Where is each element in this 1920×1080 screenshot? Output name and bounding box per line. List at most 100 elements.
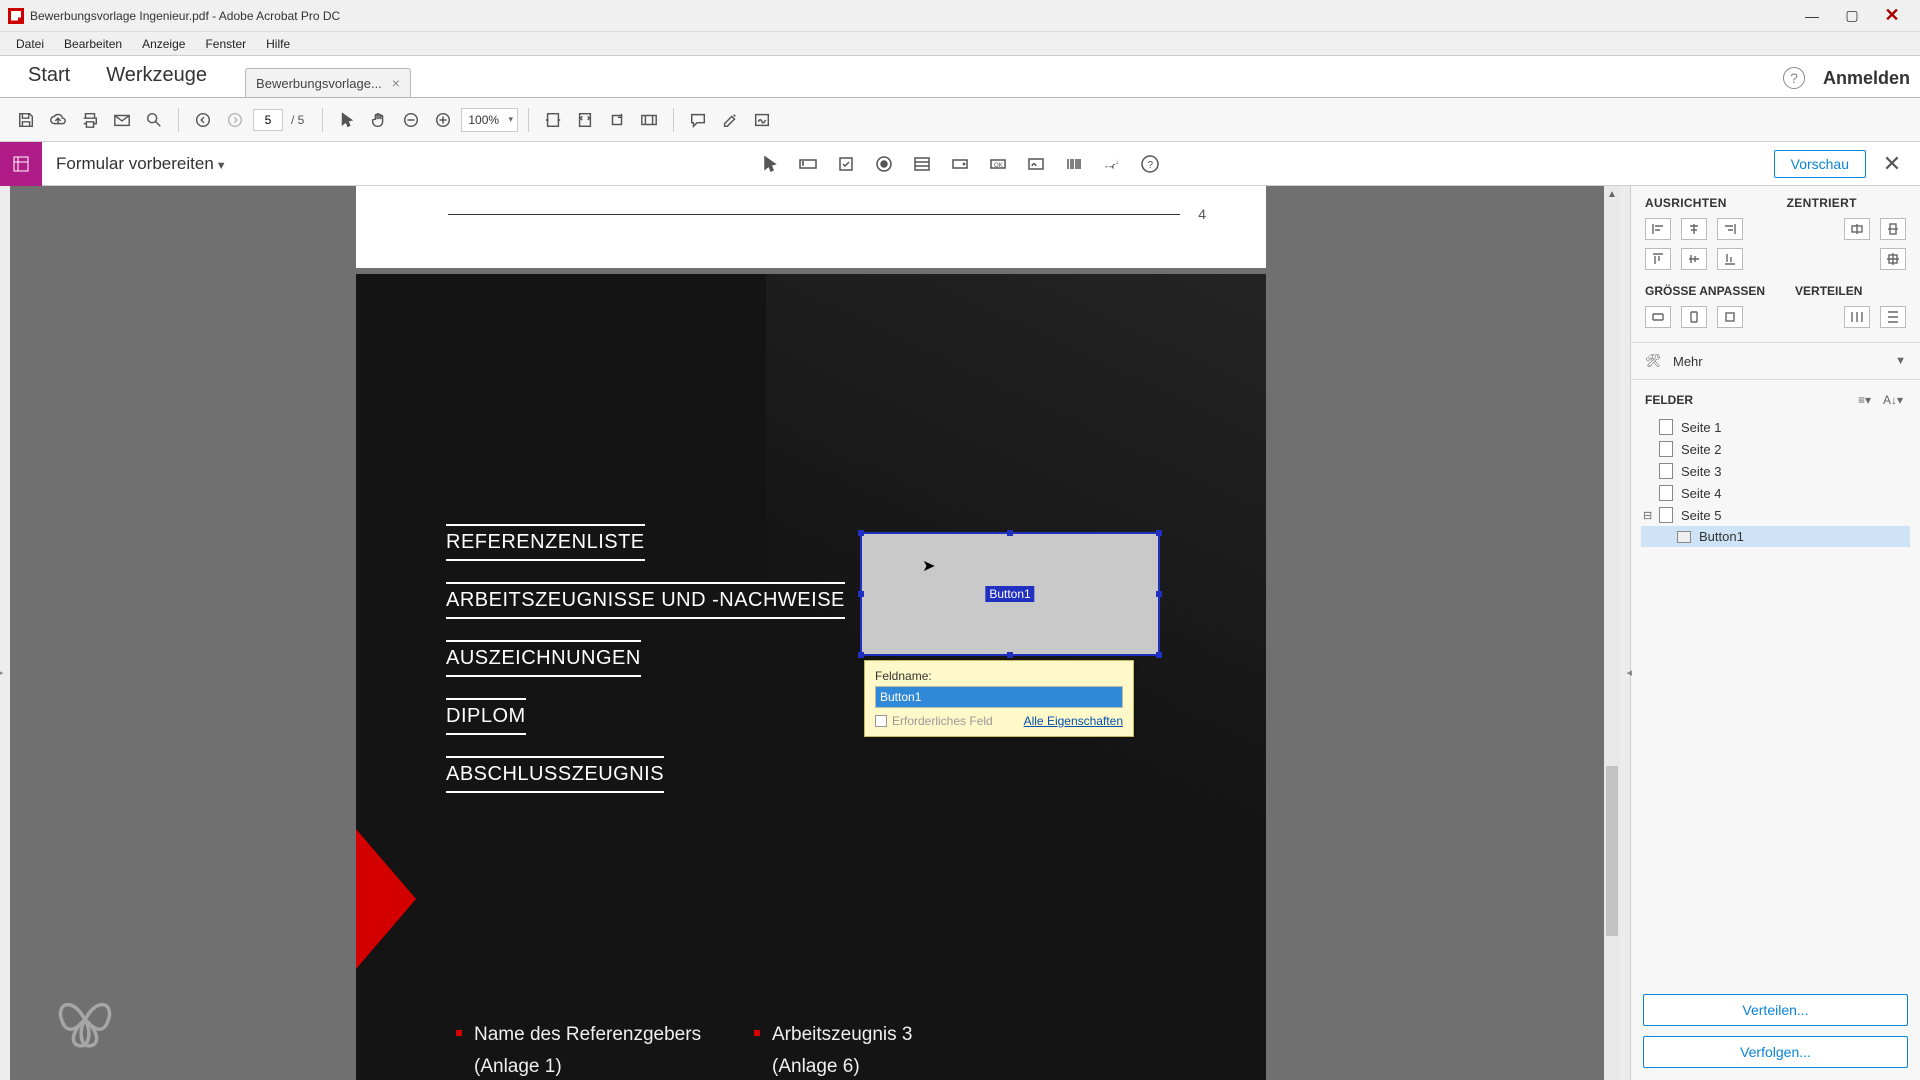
sign-icon[interactable] <box>748 106 776 134</box>
listbox-tool-icon[interactable] <box>910 152 934 176</box>
hand-icon[interactable] <box>365 106 393 134</box>
resize-handle[interactable] <box>1007 652 1013 658</box>
fit-page-icon[interactable] <box>571 106 599 134</box>
center-v-icon[interactable] <box>1880 218 1906 240</box>
left-expand-handle[interactable] <box>0 186 10 1080</box>
tree-button1[interactable]: Button1 <box>1641 526 1910 547</box>
preview-button[interactable]: Vorschau <box>1774 150 1866 178</box>
resize-handle[interactable] <box>1156 591 1162 597</box>
tree-label: Seite 5 <box>1681 508 1721 523</box>
align-right-icon[interactable] <box>1717 218 1743 240</box>
form-mode-icon[interactable] <box>0 142 42 186</box>
help-icon[interactable]: ? <box>1783 67 1805 89</box>
required-checkbox[interactable] <box>875 715 887 727</box>
match-width-icon[interactable] <box>1645 306 1671 328</box>
resize-handle[interactable] <box>1156 652 1162 658</box>
resize-handle[interactable] <box>858 652 864 658</box>
center-h-icon[interactable] <box>1844 218 1870 240</box>
section-distribute: VERTEILEN <box>1795 284 1862 298</box>
search-icon[interactable] <box>140 106 168 134</box>
next-view-icon[interactable] <box>221 106 249 134</box>
menu-bar: Datei Bearbeiten Anzeige Fenster Hilfe <box>0 32 1920 56</box>
prev-view-icon[interactable] <box>189 106 217 134</box>
cloud-icon[interactable] <box>44 106 72 134</box>
tree-toggle-icon[interactable]: ⊟ <box>1643 509 1655 522</box>
close-button[interactable]: ✕ <box>1872 0 1912 32</box>
menu-window[interactable]: Fenster <box>195 37 256 51</box>
select-tool-icon[interactable] <box>758 152 782 176</box>
align-left-icon[interactable] <box>1645 218 1671 240</box>
form-help-icon[interactable]: ? <box>1138 152 1162 176</box>
more-menu[interactable]: 🛠 Mehr ▼ <box>1631 342 1920 380</box>
distribute-v-icon[interactable] <box>1880 306 1906 328</box>
minimize-button[interactable]: — <box>1792 0 1832 32</box>
resize-handle[interactable] <box>858 530 864 536</box>
tree-page-3[interactable]: Seite 3 <box>1641 460 1910 482</box>
distribute-button[interactable]: Verteilen... <box>1643 994 1908 1026</box>
resize-handle[interactable] <box>1156 530 1162 536</box>
vertical-scrollbar[interactable]: ▲ <box>1604 186 1620 1080</box>
tab-document[interactable]: Bewerbungsvorlage... × <box>245 68 411 97</box>
highlight-icon[interactable] <box>716 106 744 134</box>
button-tool-icon[interactable]: OK <box>986 152 1010 176</box>
barcode-tool-icon[interactable] <box>1062 152 1086 176</box>
title-bar: Bewerbungsvorlage Ingenieur.pdf - Adobe … <box>0 0 1920 32</box>
read-mode-icon[interactable] <box>635 106 663 134</box>
sort-order-icon[interactable]: ≡▾ <box>1855 392 1874 408</box>
match-both-icon[interactable] <box>1717 306 1743 328</box>
sort-az-icon[interactable]: A↓▾ <box>1880 392 1906 408</box>
required-label: Erforderliches Feld <box>892 714 993 728</box>
align-middle-icon[interactable] <box>1681 248 1707 270</box>
current-page[interactable]: REFERENZENLISTE ARBEITSZEUGNISSE UND -NA… <box>356 274 1266 1080</box>
checkbox-tool-icon[interactable] <box>834 152 858 176</box>
fieldname-input[interactable] <box>875 686 1123 708</box>
maximize-button[interactable]: ▢ <box>1832 0 1872 32</box>
menu-help[interactable]: Hilfe <box>256 37 300 51</box>
form-title[interactable]: Formular vorbereiten▼ <box>56 154 227 174</box>
zoom-select[interactable]: 100% <box>461 108 518 132</box>
save-icon[interactable] <box>12 106 40 134</box>
rotate-icon[interactable] <box>603 106 631 134</box>
match-height-icon[interactable] <box>1681 306 1707 328</box>
comment-icon[interactable] <box>684 106 712 134</box>
right-collapse-handle[interactable] <box>1620 186 1630 1080</box>
resize-handle[interactable] <box>1007 530 1013 536</box>
all-properties-link[interactable]: Alle Eigenschaften <box>1024 714 1123 728</box>
align-center-h-icon[interactable] <box>1681 218 1707 240</box>
radio-tool-icon[interactable] <box>872 152 896 176</box>
page-input[interactable] <box>253 109 283 131</box>
mail-icon[interactable] <box>108 106 136 134</box>
dropdown-tool-icon[interactable] <box>948 152 972 176</box>
scroll-thumb[interactable] <box>1606 766 1618 936</box>
print-icon[interactable] <box>76 106 104 134</box>
pointer-icon[interactable] <box>333 106 361 134</box>
close-form-icon[interactable]: ✕ <box>1880 151 1904 177</box>
tree-page-4[interactable]: Seite 4 <box>1641 482 1910 504</box>
tab-tools[interactable]: Werkzeuge <box>88 56 225 97</box>
section-center: ZENTRIERT <box>1787 196 1857 210</box>
menu-file[interactable]: Datei <box>6 37 54 51</box>
textfield-tool-icon[interactable] <box>796 152 820 176</box>
align-bottom-icon[interactable] <box>1717 248 1743 270</box>
align-top-icon[interactable] <box>1645 248 1671 270</box>
separator <box>178 108 179 132</box>
menu-view[interactable]: Anzeige <box>132 37 195 51</box>
zoom-in-icon[interactable] <box>429 106 457 134</box>
pin-tool-icon[interactable] <box>1100 152 1124 176</box>
signature-tool-icon[interactable] <box>1024 152 1048 176</box>
resize-handle[interactable] <box>858 591 864 597</box>
distribute-h-icon[interactable] <box>1844 306 1870 328</box>
sign-in-link[interactable]: Anmelden <box>1823 68 1910 89</box>
track-button[interactable]: Verfolgen... <box>1643 1036 1908 1068</box>
center-both-icon[interactable] <box>1880 248 1906 270</box>
zoom-out-icon[interactable] <box>397 106 425 134</box>
menu-edit[interactable]: Bearbeiten <box>54 37 132 51</box>
tree-page-5[interactable]: ⊟ Seite 5 <box>1641 504 1910 526</box>
tab-start[interactable]: Start <box>10 56 88 97</box>
tree-page-2[interactable]: Seite 2 <box>1641 438 1910 460</box>
scroll-up-icon[interactable]: ▲ <box>1604 186 1620 202</box>
tab-close-icon[interactable]: × <box>392 75 400 91</box>
fit-width-icon[interactable] <box>539 106 567 134</box>
tree-page-1[interactable]: Seite 1 <box>1641 416 1910 438</box>
form-button-field[interactable]: Button1 ➤ <box>860 532 1160 656</box>
